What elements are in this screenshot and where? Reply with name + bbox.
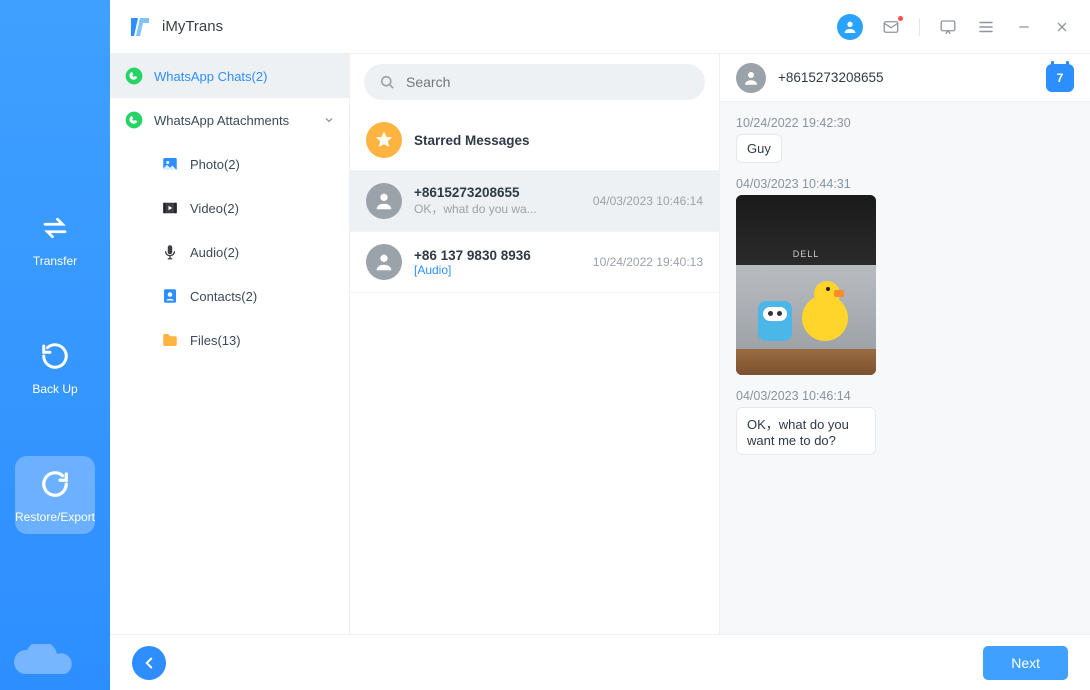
- tree-audio[interactable]: Audio(2): [146, 230, 349, 274]
- app-name: iMyTrans: [162, 18, 223, 35]
- avatar-icon: [366, 183, 402, 219]
- message-timestamp: 04/03/2023 10:44:31: [736, 177, 1074, 191]
- conversation-panel: +8615273208655 7 10/24/2022 19:42:30 Guy…: [720, 54, 1090, 634]
- calendar-day: 7: [1057, 71, 1064, 85]
- tree-video-label: Video(2): [190, 201, 239, 216]
- nav-backup-label: Back Up: [32, 382, 77, 396]
- chat-item-title: +86 137 9830 8936: [414, 248, 581, 263]
- nav-restore-export[interactable]: Restore/Export: [15, 456, 95, 534]
- tree-files-label: Files(13): [190, 333, 241, 348]
- message-2: 04/03/2023 10:46:14 OK，what do you want …: [736, 389, 1074, 455]
- chevron-down-icon: [323, 114, 335, 126]
- titlebar-actions: [837, 14, 1072, 40]
- backup-icon: [37, 338, 73, 374]
- conversation-contact-name: +8615273208655: [778, 70, 884, 85]
- tree-video[interactable]: Video(2): [146, 186, 349, 230]
- menu-icon[interactable]: [976, 17, 996, 37]
- feedback-icon[interactable]: [938, 17, 958, 37]
- chat-item-0[interactable]: +8615273208655 OK，what do you wa... 04/0…: [350, 171, 719, 232]
- titlebar: iMyTrans: [110, 0, 1090, 54]
- chat-item-time: 10/24/2022 19:40:13: [593, 255, 703, 269]
- tree-whatsapp-chats[interactable]: WhatsApp Chats(2): [110, 54, 349, 98]
- chat-item-preview: [Audio]: [414, 263, 581, 277]
- message-0: 10/24/2022 19:42:30 Guy: [736, 116, 1074, 163]
- restore-icon: [37, 466, 73, 502]
- calendar-icon[interactable]: 7: [1046, 64, 1074, 92]
- message-1: 04/03/2023 10:44:31: [736, 177, 1074, 375]
- chat-item-time: 04/03/2023 10:46:14: [593, 194, 703, 208]
- tree-contacts-label: Contacts(2): [190, 289, 257, 304]
- whatsapp-icon: [124, 110, 144, 130]
- audio-icon: [160, 242, 180, 262]
- titlebar-divider: [919, 18, 920, 36]
- chat-item-1[interactable]: +86 137 9830 8936 [Audio] 10/24/2022 19:…: [350, 232, 719, 293]
- tree-whatsapp-attachments[interactable]: WhatsApp Attachments: [110, 98, 349, 142]
- search-input[interactable]: [406, 74, 691, 90]
- app-logo-icon: [128, 15, 152, 39]
- app-logo-block: iMyTrans: [128, 15, 223, 39]
- message-timestamp: 10/24/2022 19:42:30: [736, 116, 1074, 130]
- account-icon[interactable]: [837, 14, 863, 40]
- next-button[interactable]: Next: [983, 646, 1068, 680]
- avatar-icon: [736, 63, 766, 93]
- tree-photo-label: Photo(2): [190, 157, 240, 172]
- conversation-header: +8615273208655 7: [720, 54, 1090, 102]
- transfer-icon: [37, 210, 73, 246]
- search-box[interactable]: [364, 64, 705, 100]
- tree-contacts[interactable]: Contacts(2): [146, 274, 349, 318]
- mail-icon[interactable]: [881, 17, 901, 37]
- back-button[interactable]: [132, 646, 166, 680]
- message-timestamp: 04/03/2023 10:46:14: [736, 389, 1074, 403]
- main-area: iMyTrans: [110, 0, 1090, 690]
- tree-chats-label: WhatsApp Chats(2): [154, 69, 267, 84]
- primary-nav-sidebar: Transfer Back Up Restore/Export: [0, 0, 110, 690]
- tree-photo[interactable]: Photo(2): [146, 142, 349, 186]
- nav-transfer-label: Transfer: [33, 254, 77, 268]
- cloud-decor-icon: [10, 644, 80, 680]
- photo-icon: [160, 154, 180, 174]
- message-image[interactable]: [736, 195, 876, 375]
- chat-starred-label: Starred Messages: [414, 133, 703, 148]
- contacts-icon: [160, 286, 180, 306]
- conversation-body[interactable]: 10/24/2022 19:42:30 Guy 04/03/2023 10:44…: [720, 102, 1090, 634]
- minimize-icon[interactable]: [1014, 17, 1034, 37]
- message-text: OK，what do you want me to do?: [736, 407, 876, 455]
- whatsapp-icon: [124, 66, 144, 86]
- tree-audio-label: Audio(2): [190, 245, 239, 260]
- chat-item-title: +8615273208655: [414, 185, 581, 200]
- star-icon: [366, 122, 402, 158]
- avatar-icon: [366, 244, 402, 280]
- chat-list-panel: Starred Messages +8615273208655 OK，what …: [350, 54, 720, 634]
- footer-bar: Next: [110, 634, 1090, 690]
- chat-item-preview: OK，what do you wa...: [414, 200, 581, 217]
- nav-backup[interactable]: Back Up: [15, 328, 95, 406]
- folder-icon: [160, 330, 180, 350]
- nav-transfer[interactable]: Transfer: [15, 200, 95, 278]
- nav-restore-label: Restore/Export: [15, 510, 95, 524]
- search-icon: [378, 73, 396, 91]
- video-icon: [160, 198, 180, 218]
- close-icon[interactable]: [1052, 17, 1072, 37]
- tree-attachments-label: WhatsApp Attachments: [154, 113, 289, 128]
- category-tree-panel: WhatsApp Chats(2) WhatsApp Attachments P…: [110, 54, 350, 634]
- tree-files[interactable]: Files(13): [146, 318, 349, 362]
- message-text: Guy: [736, 134, 782, 163]
- chat-starred-messages[interactable]: Starred Messages: [350, 110, 719, 171]
